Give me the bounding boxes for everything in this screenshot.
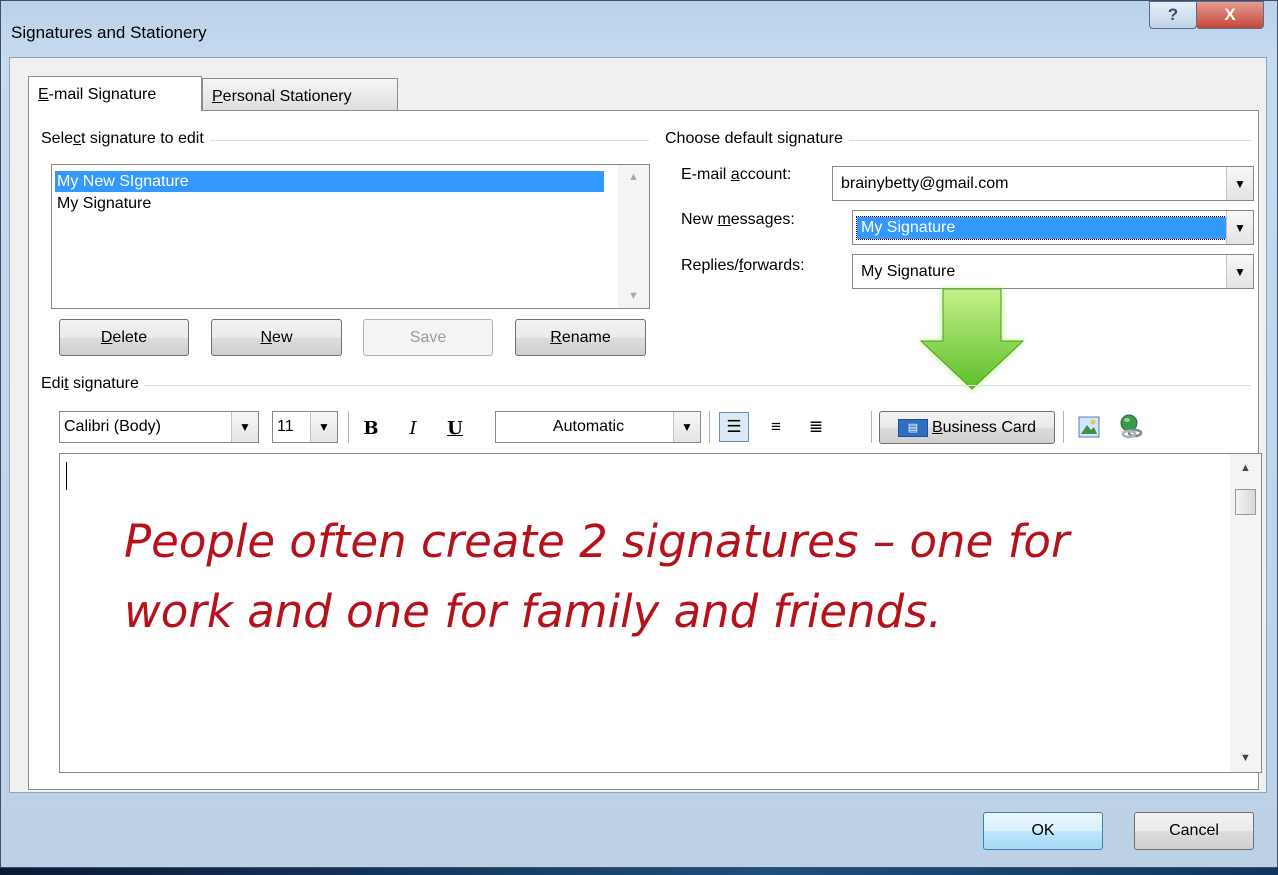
window-title: Signatures and Stationery — [11, 23, 207, 42]
toolbar-separator — [709, 411, 710, 443]
signature-list[interactable]: My New SIgnature My Signature ▲ ▼ — [51, 164, 650, 309]
align-right-icon[interactable]: ≣ — [801, 412, 831, 442]
help-button[interactable]: ? — [1149, 1, 1197, 29]
group-divider — [41, 385, 1251, 386]
save-button[interactable]: Save — [363, 319, 493, 356]
delete-button[interactable]: Delete — [59, 319, 189, 356]
select-signature-label: Select signature to edit — [41, 130, 210, 148]
cancel-button[interactable]: Cancel — [1134, 812, 1254, 850]
align-center-icon[interactable]: ≡ — [761, 412, 791, 442]
insert-hyperlink-icon[interactable] — [1115, 411, 1149, 443]
chevron-down-icon[interactable]: ▼ — [673, 412, 700, 442]
new-button[interactable]: New — [211, 319, 342, 356]
list-scrollbar[interactable]: ▲ ▼ — [618, 165, 649, 308]
font-size-select[interactable]: 11 ▼ — [272, 411, 338, 443]
email-account-label: E-mail account: — [681, 166, 792, 183]
scroll-down-icon[interactable]: ▼ — [628, 290, 639, 302]
signatures-dialog: Signatures and Stationery ? X E-mail Sig… — [0, 0, 1278, 868]
business-card-icon: ▤ — [897, 418, 928, 437]
email-account-select[interactable]: brainybetty@gmail.com ▼ — [832, 166, 1254, 201]
tab-personal-stationery[interactable]: Personal Stationery — [202, 78, 398, 110]
signature-editor[interactable]: People often create 2 signatures – one f… — [59, 453, 1262, 773]
list-item[interactable]: My Signature — [55, 193, 151, 214]
title-bar: Signatures and Stationery ? X — [1, 1, 1277, 57]
scroll-thumb[interactable] — [1235, 489, 1256, 515]
chevron-down-icon[interactable]: ▼ — [1226, 167, 1253, 200]
editor-scrollbar[interactable]: ▲ ▼ — [1230, 454, 1261, 772]
business-card-button[interactable]: ▤ Business Card — [879, 411, 1055, 444]
italic-button[interactable]: I — [399, 413, 427, 443]
new-messages-select[interactable]: My Signature ▼ — [852, 210, 1254, 245]
font-select[interactable]: Calibri (Body) ▼ — [59, 411, 259, 443]
font-color-select[interactable]: Automatic ▼ — [495, 411, 701, 443]
chevron-down-icon[interactable]: ▼ — [310, 412, 337, 442]
replies-forwards-select[interactable]: My Signature ▼ — [852, 254, 1254, 289]
bold-button[interactable]: B — [357, 413, 385, 443]
new-messages-label: New messages: — [681, 211, 795, 228]
default-signature-label: Choose default signature — [665, 130, 849, 148]
replies-forwards-label: Replies/forwards: — [681, 257, 805, 274]
align-left-icon[interactable]: ☰ — [719, 412, 749, 442]
ok-button[interactable]: OK — [983, 812, 1103, 850]
green-arrow-icon — [917, 287, 1027, 393]
list-item[interactable]: My New SIgnature — [55, 171, 604, 192]
rename-button[interactable]: Rename — [515, 319, 646, 356]
toolbar-separator — [348, 411, 349, 443]
close-button[interactable]: X — [1196, 1, 1264, 29]
scroll-up-icon[interactable]: ▲ — [1240, 462, 1251, 474]
toolbar-separator — [871, 411, 872, 443]
annotation-text: People often create 2 signatures – one f… — [124, 515, 1070, 638]
toolbar-separator — [1063, 411, 1064, 443]
scroll-down-icon[interactable]: ▼ — [1240, 752, 1251, 764]
underline-button[interactable]: U — [441, 413, 469, 443]
edit-signature-label: Edit signature — [41, 375, 145, 393]
tab-email-signature[interactable]: E-mail Signature — [28, 76, 202, 111]
scroll-up-icon[interactable]: ▲ — [628, 171, 639, 183]
insert-picture-icon[interactable] — [1073, 411, 1105, 443]
chevron-down-icon[interactable]: ▼ — [1226, 255, 1253, 288]
chevron-down-icon[interactable]: ▼ — [1226, 211, 1253, 244]
text-caret — [66, 462, 67, 490]
chevron-down-icon[interactable]: ▼ — [231, 412, 258, 442]
